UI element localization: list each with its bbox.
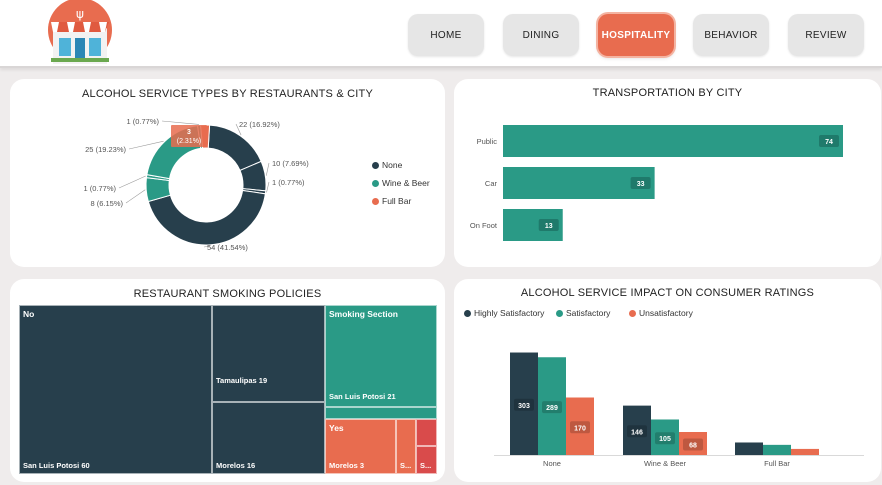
treemap-cell-label: S...	[420, 461, 432, 470]
treemap-cell-label: Tamaulipas 19	[216, 376, 268, 385]
donut-leader-line	[161, 120, 199, 125]
transport-value-label: 33	[637, 181, 645, 188]
impact-value-label: 68	[689, 443, 697, 450]
donut-leader-line	[266, 181, 270, 193]
donut-slice-none-3[interactable]	[147, 189, 266, 246]
donut-leader-line	[265, 162, 270, 176]
treemap-cell-group-other[interactable]	[416, 419, 437, 446]
alcohol-donut-chart: 22 (16.92%) 10 (7.69%) 1 (0.77%) 54 (41.54%…	[83, 117, 309, 252]
donut-data-label: (2.31%)	[177, 138, 202, 145]
donut-leader-line	[125, 189, 146, 204]
treemap-cell-smoking-section-san-luis-potosi[interactable]: Smoking Section San Luis Potosi 21	[325, 305, 437, 407]
donut-data-label: 1 (0.77%)	[126, 117, 159, 126]
donut-data-label: 25 (19.23%)	[85, 145, 126, 154]
nav-review-button[interactable]: REVIEW	[788, 14, 864, 56]
smoking-policies-card: RESTAURANT SMOKING POLICIES No San Luis P…	[10, 279, 445, 482]
treemap-cell-smoking-section-other[interactable]	[325, 407, 437, 419]
treemap-cell-yes-morelos[interactable]: Yes Morelos 3	[325, 419, 396, 474]
nav-dining-button[interactable]: DINING	[503, 14, 579, 56]
transportation-card: TRANSPORTATION BY CITY Public 74 Car 33 On F…	[454, 79, 881, 267]
legend-wine-beer: Wine & Beer	[372, 178, 430, 188]
impact-category-label: None	[543, 459, 561, 468]
transport-category-label: Public	[477, 137, 498, 146]
donut-data-label: 10 (7.69%)	[272, 159, 309, 168]
legend-full-bar: Full Bar	[372, 196, 411, 206]
donut-slice-none-0[interactable]	[207, 124, 262, 172]
impact-bar-full-bar-satisfactory[interactable]	[763, 444, 791, 455]
legend-full-bar-label: Full Bar	[382, 196, 412, 206]
treemap-group-label: Yes	[329, 423, 344, 433]
legend-none-label: None	[382, 160, 403, 170]
impact-value-label: 289	[546, 405, 558, 412]
svg-text:ψ: ψ	[76, 7, 84, 21]
nav-hospitality-button[interactable]: HOSPITALITY	[598, 14, 674, 56]
impact-bar-full-bar-unsatisfactory[interactable]	[791, 448, 819, 455]
treemap-cell-label: Morelos 16	[216, 461, 256, 470]
top-navigation-bar: ψ HOME DINING HOSPITALITY BEHAVIOR REVIE…	[0, 0, 882, 68]
impact-value-label: 303	[518, 403, 530, 410]
treemap-cell-no-morelos[interactable]: Morelos 16	[212, 402, 325, 474]
treemap-group-label: Smoking Section	[329, 309, 398, 319]
treemap-group-label: No	[23, 309, 35, 319]
legend-none: None	[372, 160, 402, 170]
donut-data-label: 1 (0.77%)	[83, 184, 116, 193]
treemap-cell-no-tamaulipas[interactable]: Tamaulipas 19	[212, 305, 325, 402]
transport-value-label: 74	[825, 139, 833, 146]
restaurant-logo: ψ	[45, 0, 115, 68]
treemap-cell-label: San Luis Potosi 21	[329, 392, 396, 401]
treemap-cell-no-san-luis-potosi[interactable]: No San Luis Potosi 60	[19, 305, 212, 474]
impact-value-label: 170	[574, 425, 586, 432]
treemap-cell-label: S...	[400, 461, 412, 470]
donut-leader-line	[118, 175, 146, 189]
alcohol-service-card: ALCOHOL SERVICE TYPES BY RESTAURANTS & C…	[10, 79, 445, 267]
impact-bar-full-bar-highly-satisfactory[interactable]	[735, 442, 763, 455]
impact-value-label: 146	[631, 429, 643, 436]
treemap-cell-label: San Luis Potosi 60	[23, 461, 90, 470]
legend-wine-beer-label: Wine & Beer	[382, 178, 430, 188]
treemap-cell-yes-other[interactable]: S...	[396, 419, 416, 474]
transport-value-label: 13	[545, 223, 553, 230]
impact-value-label: 105	[659, 436, 671, 443]
treemap-cell-label: Morelos 3	[329, 461, 365, 470]
transport-category-label: On Foot	[470, 221, 498, 230]
donut-data-label: 54 (41.54%)	[207, 243, 248, 252]
impact-category-label: Full Bar	[764, 459, 790, 468]
transportation-bar-chart: Public 74 Car 33 On Foot 13	[470, 125, 843, 241]
legend-none-dot	[372, 161, 379, 169]
impact-category-label: Wine & Beer	[644, 459, 687, 468]
donut-data-label: 1 (0.77%)	[272, 178, 305, 187]
nav-behavior-button[interactable]: BEHAVIOR	[693, 14, 769, 56]
smoking-policies-title: RESTAURANT SMOKING POLICIES	[133, 288, 322, 300]
nav-home-button[interactable]: HOME	[408, 14, 484, 56]
legend-full-bar-dot	[372, 197, 379, 205]
donut-data-label: 3	[187, 129, 191, 136]
transport-bar-public[interactable]	[503, 125, 843, 157]
smoking-treemap: No San Luis Potosi 60 Tamaulipas 19 Morelos…	[19, 305, 437, 474]
transport-category-label: Car	[485, 179, 498, 188]
donut-data-label: 22 (16.92%)	[239, 120, 280, 129]
impact-bar-chart: 303 289 170 None 146 105 68 Wine & Beer Full Bar	[494, 352, 864, 468]
impact-card: ALCOHOL SERVICE IMPACT ON CONSUMER RATIN…	[454, 279, 881, 482]
treemap-cell-group-other[interactable]: S...	[416, 446, 437, 474]
donut-data-label: 8 (6.15%)	[90, 199, 123, 208]
legend-wine-beer-dot	[372, 179, 379, 187]
